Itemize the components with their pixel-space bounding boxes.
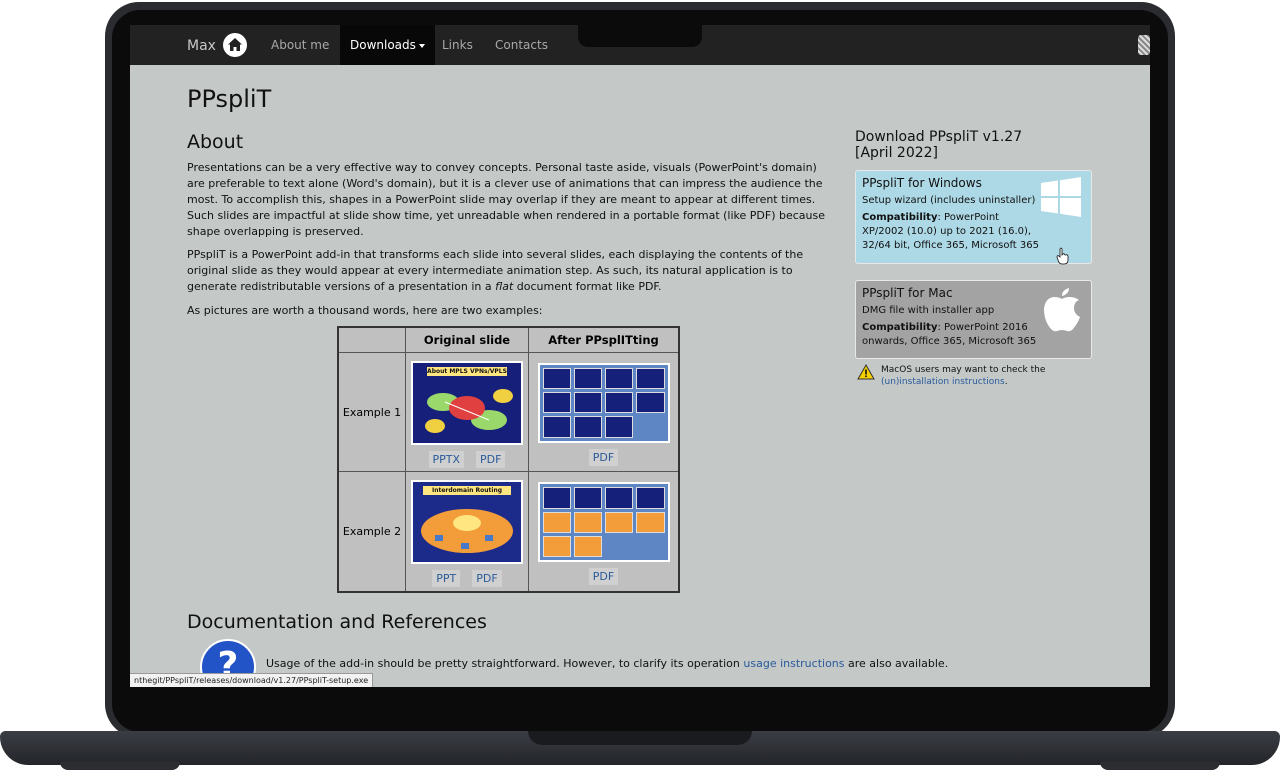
table-header-after: After PPsplITting [528,326,680,353]
after-cell: PDF [528,351,680,473]
download-split-pdf-link[interactable]: PDF [588,448,619,466]
laptop-foot-left [60,762,180,770]
example-label: Example 2 [337,471,406,593]
about-paragraph-3: As pictures are worth a thousand words, … [187,304,543,317]
slide-thumbnail[interactable]: About MPLS VPNs/VPLS [411,360,523,445]
mac-note-before: MacOS users may want to check the [881,365,1046,375]
routing-diagram-icon [421,509,513,554]
slide-thumbnail[interactable]: Interdomain Routing [411,480,523,565]
download-title: Download PPspliT v1.27 [April 2022] [855,129,1022,161]
scroll-handle-icon [1138,35,1150,55]
download-title-line1: Download PPspliT v1.27 [855,129,1023,145]
nav-about-me[interactable]: About me [261,25,339,65]
docs-text: Usage of the add-in should be pretty str… [266,657,740,670]
table-row: Example 1 About MPLS VPNs/VPLS PPTX PDF [337,351,680,473]
compat-label: Compatibility [862,212,938,223]
download-title-line2: [April 2022] [855,145,939,161]
examples-table: Original slide After PPsplITting Example… [337,326,680,593]
thumbnail-title: About MPLS VPNs/VPLS [427,366,507,376]
flat-emphasis: flat [495,280,514,293]
windows-logo-icon [1041,177,1081,217]
browser-status-bar: nthegit/PPspliT/releases/download/v1.27/… [130,673,374,687]
mac-warning-note: MacOS users may want to check the (un)in… [857,364,1071,388]
laptop-foot-right [1100,762,1220,770]
about-heading: About [187,131,244,153]
nav-contacts[interactable]: Contacts [485,25,558,65]
mac-download-button[interactable]: PPspliT for Mac DMG file with installer … [855,280,1092,359]
table-header-original: Original slide [405,326,529,353]
thumbnail-title: Interdomain Routing [423,486,511,496]
brand-name[interactable]: Max [187,38,216,54]
hand-cursor-icon [1056,247,1069,265]
uninstallation-instructions-link[interactable]: (un)installation instructions [881,377,1005,387]
docs-heading: Documentation and References [187,611,487,633]
usage-instructions-link[interactable]: usage instructions [743,657,844,670]
nav-links[interactable]: Links [432,25,483,65]
warning-icon [857,364,875,380]
mac-compatibility: Compatibility: PowerPoint 2016 onwards, … [862,321,1042,349]
after-cell: PDF [528,471,680,593]
table-header-row: Original slide After PPsplITting [337,326,680,353]
about-paragraph-1: Presentations can be a very effective wa… [187,161,826,238]
download-pdf-link[interactable]: PDF [476,450,506,468]
download-pdf-link[interactable]: PDF [472,570,502,588]
caret-down-icon [418,43,425,48]
about-paragraph-2-end: document format like PDF. [516,280,662,293]
split-slides-thumbnail[interactable] [537,362,670,443]
table-row: Example 2 Interdomain Routing PPT PDF PD… [337,471,680,593]
laptop-hinge-notch [528,731,752,745]
docs-paragraph: Usage of the add-in should be pretty str… [266,656,1146,672]
mac-note-after: . [1004,377,1008,387]
network-diagram-icon [425,388,513,433]
windows-compatibility: Compatibility: PowerPoint XP/2002 (10.0)… [862,211,1042,253]
about-paragraph-2: PPspliT is a PowerPoint add-in that tran… [187,247,831,295]
windows-download-button[interactable]: PPspliT for Windows Setup wizard (includ… [855,170,1092,265]
nav-downloads[interactable]: Downloads [340,25,435,65]
example-label: Example 1 [337,351,406,473]
apple-logo-icon [1044,288,1080,332]
split-slides-thumbnail[interactable] [537,482,670,563]
download-split-pdf-link[interactable]: PDF [588,568,619,586]
browser-viewport: Max About me Downloads Links Contacts PP… [130,25,1150,687]
camera-notch [578,25,702,47]
home-icon[interactable] [223,33,247,57]
download-pptx-link[interactable]: PPTX [428,450,465,468]
original-cell: About MPLS VPNs/VPLS PPTX PDF [405,351,529,473]
docs-text-end: are also available. [848,657,949,670]
mac-note-text: MacOS users may want to check the (un)in… [881,364,1071,388]
page-title: PPspliT [187,85,272,113]
original-cell: Interdomain Routing PPT PDF [405,471,529,593]
download-ppt-link[interactable]: PPT [432,570,461,588]
table-header-empty [337,326,406,353]
compat-label: Compatibility [862,322,938,333]
nav-downloads-label: Downloads [350,38,416,52]
